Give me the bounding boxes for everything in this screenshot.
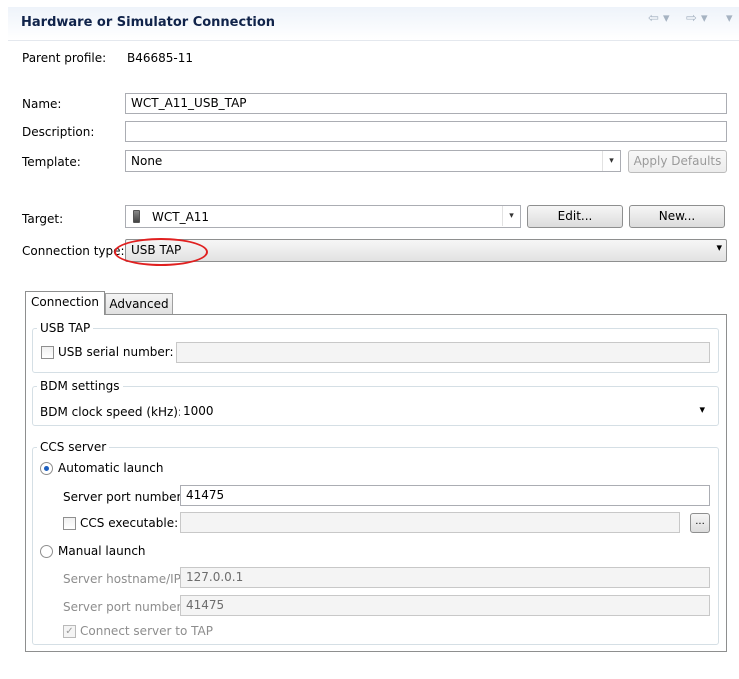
bdm-settings-legend: BDM settings bbox=[37, 379, 123, 393]
bdm-clock-select[interactable]: 1000 ▾ bbox=[180, 400, 710, 422]
usb-serial-field[interactable] bbox=[176, 342, 710, 363]
bdm-clock-value: 1000 bbox=[183, 404, 214, 418]
manual-port-field[interactable]: 41475 bbox=[180, 595, 710, 616]
name-field[interactable]: WCT_A11_USB_TAP bbox=[125, 93, 727, 114]
usb-serial-label: USB serial number: bbox=[58, 345, 174, 359]
tab-connection[interactable]: Connection bbox=[25, 291, 105, 315]
view-menu-icon[interactable]: ▾ bbox=[726, 11, 733, 26]
description-label: Description: bbox=[22, 125, 95, 139]
server-hostname-label: Server hostname/IP: bbox=[63, 572, 185, 586]
target-label: Target: bbox=[22, 212, 64, 226]
ccs-server-legend: CCS server bbox=[37, 440, 110, 454]
ccs-executable-label: CCS executable: bbox=[80, 516, 179, 530]
bdm-clock-label: BDM clock speed (kHz): bbox=[40, 405, 183, 419]
usb-serial-checkbox[interactable] bbox=[41, 346, 54, 359]
tab-advanced[interactable]: Advanced bbox=[105, 293, 173, 315]
usb-tap-legend: USB TAP bbox=[37, 321, 94, 335]
server-port-field[interactable]: 41475 bbox=[180, 485, 710, 506]
ccs-executable-checkbox[interactable] bbox=[63, 517, 76, 530]
new-target-button[interactable]: New... bbox=[629, 205, 725, 228]
parent-profile-label: Parent profile: bbox=[22, 51, 107, 65]
manual-port-label: Server port number: bbox=[63, 600, 186, 614]
target-select-value: WCT_A11 bbox=[152, 210, 210, 224]
target-board-icon bbox=[133, 210, 140, 223]
edit-target-button[interactable]: Edit... bbox=[527, 205, 623, 228]
apply-defaults-button[interactable]: Apply Defaults bbox=[628, 150, 727, 173]
connect-server-label: Connect server to TAP bbox=[80, 624, 213, 638]
chevron-down-icon: ▾ bbox=[716, 241, 722, 254]
page-title: Hardware or Simulator Connection bbox=[21, 15, 276, 30]
template-select[interactable]: None ▾ bbox=[125, 150, 621, 172]
server-hostname-field[interactable]: 127.0.0.1 bbox=[180, 567, 710, 588]
manual-launch-radio[interactable] bbox=[40, 545, 53, 558]
connect-server-checkbox[interactable]: ✓ bbox=[63, 625, 76, 638]
connection-type-select[interactable]: USB TAP ▾ bbox=[125, 239, 727, 262]
manual-launch-label: Manual launch bbox=[58, 544, 146, 558]
chevron-down-icon: ▾ bbox=[602, 151, 620, 171]
connection-type-label: Connection type: bbox=[22, 244, 125, 258]
chevron-down-icon: ▾ bbox=[502, 206, 520, 226]
template-select-value: None bbox=[131, 154, 163, 168]
description-field[interactable] bbox=[125, 121, 727, 142]
name-label: Name: bbox=[22, 97, 62, 111]
server-port-label: Server port number: bbox=[63, 490, 186, 504]
back-nav-icon[interactable]: ⇦ ▾ bbox=[648, 11, 670, 26]
parent-profile-value: B46685-11 bbox=[127, 51, 194, 65]
highlight-annotation bbox=[114, 238, 208, 266]
ccs-executable-field[interactable] bbox=[180, 512, 680, 533]
automatic-launch-label: Automatic launch bbox=[58, 461, 164, 475]
chevron-down-icon: ▾ bbox=[699, 403, 705, 416]
automatic-launch-radio[interactable] bbox=[40, 462, 53, 475]
browse-executable-button[interactable]: ... bbox=[690, 513, 710, 533]
forward-nav-icon[interactable]: ⇨ ▾ bbox=[686, 11, 708, 26]
template-label: Template: bbox=[22, 155, 81, 169]
target-select[interactable]: WCT_A11 ▾ bbox=[125, 205, 521, 228]
